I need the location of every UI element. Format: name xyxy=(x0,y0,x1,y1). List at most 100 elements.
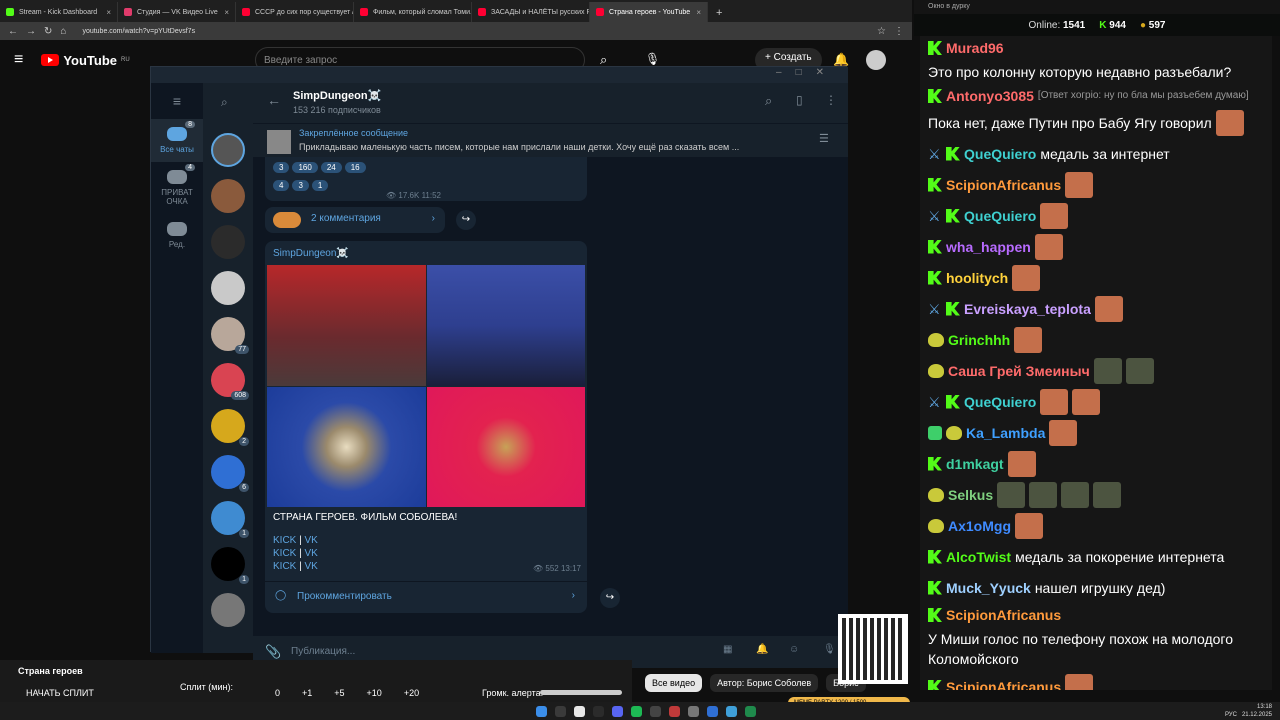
close-icon[interactable]: × xyxy=(696,8,701,17)
menu-icon[interactable]: ⋮ xyxy=(894,26,904,37)
bell-icon[interactable]: 🔔 xyxy=(756,644,768,655)
chat-avatar[interactable]: 1 xyxy=(211,501,249,538)
kick-link[interactable]: KICK xyxy=(273,548,296,559)
pinned-message[interactable]: Закреплённое сообщение Прикладываю мален… xyxy=(253,123,848,157)
taskbar-app-icon[interactable] xyxy=(631,705,642,717)
chat-avatar[interactable]: 6 xyxy=(211,455,249,492)
search-icon[interactable]: ⌕ xyxy=(221,95,228,110)
new-tab-icon[interactable]: + xyxy=(708,7,730,22)
split-value-button[interactable]: 0 xyxy=(275,688,280,698)
photo-chain[interactable] xyxy=(426,386,585,507)
comments-button[interactable]: 2 комментария › xyxy=(265,207,445,233)
photo-order-star[interactable] xyxy=(267,386,426,507)
folder-item[interactable]: 4 ПРИВАТ ОЧКА xyxy=(151,162,203,214)
vk-link[interactable]: VK xyxy=(305,548,318,559)
photo-grid[interactable] xyxy=(267,265,585,507)
mic-icon[interactable]: 🎙 xyxy=(645,52,660,66)
comment-button[interactable]: ◯ Прокомментировать › xyxy=(265,581,587,613)
browser-tab[interactable]: ЗАСАДЫ и НАЛЁТЫ русских Р...× xyxy=(472,2,590,22)
chat-username[interactable]: ScipionAfricanus xyxy=(946,605,1061,625)
chat-avatar[interactable] xyxy=(211,179,245,213)
clock-time[interactable]: 13:18 xyxy=(1257,704,1272,710)
channel-title[interactable]: SimpDungeon☠️ xyxy=(293,89,828,102)
chat-username[interactable]: Ax1oMgg xyxy=(948,516,1011,536)
reload-icon[interactable]: ↻ xyxy=(44,26,52,37)
chat-username[interactable]: ScipionAfricanus xyxy=(946,175,1061,195)
reaction-chip[interactable]: 4 xyxy=(273,180,290,191)
chat-username[interactable]: Murad96 xyxy=(946,38,1004,58)
pinned-list-icon[interactable]: ☰ xyxy=(819,132,829,145)
star-icon[interactable]: ☆ xyxy=(877,26,886,37)
reaction-chip[interactable]: 3 xyxy=(273,162,290,173)
chat-username[interactable]: QueQuiero xyxy=(964,392,1036,412)
photo-ceremony[interactable] xyxy=(267,265,426,386)
schedule-icon[interactable]: ▦ xyxy=(723,644,732,655)
chat-avatar[interactable]: 77 xyxy=(211,317,249,354)
taskbar-app-icon[interactable] xyxy=(650,705,661,717)
chat-username[interactable]: Muck_Yyuck xyxy=(946,578,1031,598)
reaction-chip[interactable]: 160 xyxy=(292,162,318,173)
language-indicator[interactable]: РУС xyxy=(1225,712,1237,718)
browser-tab[interactable]: Студия — VK Видео Live × xyxy=(118,2,236,22)
youtube-logo[interactable]: YouTube RU xyxy=(41,53,130,68)
mic-icon[interactable]: 🎙 xyxy=(823,644,836,655)
attach-icon[interactable]: 📎 xyxy=(265,644,281,660)
clock-date[interactable]: 21.12.2025 xyxy=(1242,712,1272,718)
chat-username[interactable]: Selkus xyxy=(948,485,993,505)
start-split-button[interactable]: НАЧАТЬ СПЛИТ xyxy=(26,688,94,698)
chat-avatar[interactable]: 1 xyxy=(211,547,249,584)
chat-avatar[interactable]: 2 xyxy=(211,409,249,446)
browser-tab[interactable]: Stream - Kick Dashboard × xyxy=(0,2,118,22)
taskbar-app-icon[interactable] xyxy=(688,705,699,717)
chat-username[interactable]: wha_happen xyxy=(946,237,1031,257)
address-bar[interactable]: youtube.com/watch?v=pYUtDevsf7s xyxy=(74,28,869,35)
close-icon[interactable]: × xyxy=(106,8,111,17)
share-icon[interactable]: ↪ xyxy=(456,210,476,230)
reaction-chip[interactable]: 3 xyxy=(292,180,309,191)
filter-chip[interactable]: Автор: Борис Соболев xyxy=(710,674,819,692)
chat-username[interactable]: d1mkagt xyxy=(946,454,1004,474)
taskbar-app-icon[interactable] xyxy=(707,705,718,717)
folder-item[interactable]: 8 Все чаты xyxy=(151,119,203,162)
browser-tab[interactable]: СССР до сих пор существует / ...× xyxy=(236,2,354,22)
taskbar-app-icon[interactable] xyxy=(745,705,756,717)
emoji-icon[interactable]: ☺ xyxy=(789,644,799,655)
chat-avatar[interactable] xyxy=(211,271,245,305)
split-value-button[interactable]: +10 xyxy=(367,688,382,698)
more-icon[interactable]: ⋮ xyxy=(825,93,837,107)
search-icon[interactable]: ⌕ xyxy=(765,93,772,109)
chat-username[interactable]: AlcoTwist xyxy=(946,547,1011,567)
chat-avatar[interactable] xyxy=(211,133,245,167)
kick-link[interactable]: KICK xyxy=(273,535,296,546)
sidebar-toggle-icon[interactable]: ▯ xyxy=(796,93,803,107)
photo-hall[interactable] xyxy=(426,265,585,386)
vk-link[interactable]: VK xyxy=(305,535,318,546)
avatar[interactable] xyxy=(866,50,886,70)
chat-username[interactable]: Ka_Lambda xyxy=(966,423,1045,443)
chat-avatar[interactable] xyxy=(211,593,245,627)
browser-tab[interactable]: Страна героев - YouTube × xyxy=(590,2,708,22)
post-author[interactable]: SimpDungeon☠️ xyxy=(265,241,587,266)
browser-tab[interactable]: Фильм, который сломал Томи...× xyxy=(354,2,472,22)
chat-avatar[interactable]: 608 xyxy=(211,363,249,400)
share-icon[interactable]: ↪ xyxy=(600,588,620,608)
menu-icon[interactable]: ≡ xyxy=(151,83,203,119)
reaction-chip[interactable]: 1 xyxy=(311,180,329,191)
kick-link[interactable]: KICK xyxy=(273,561,296,572)
close-icon[interactable]: × xyxy=(224,8,229,17)
chat-username[interactable]: Grinchhh xyxy=(948,330,1010,350)
hamburger-icon[interactable]: ≡ xyxy=(14,51,23,69)
chat-username[interactable]: Саша Грей Змеиныч xyxy=(948,361,1090,381)
chat-username[interactable]: hoolitych xyxy=(946,268,1008,288)
folder-item[interactable]: Ред. xyxy=(151,214,203,257)
taskbar-app-icon[interactable] xyxy=(536,705,547,717)
split-value-button[interactable]: +1 xyxy=(302,688,312,698)
chat-username[interactable]: QueQuiero xyxy=(964,144,1036,164)
chat-username[interactable]: ScipionAfricanus xyxy=(946,677,1061,691)
taskbar-app-icon[interactable] xyxy=(593,705,604,717)
taskbar-app-icon[interactable] xyxy=(669,705,680,717)
window-controls[interactable]: –□✕ xyxy=(151,67,848,83)
reaction-chip[interactable]: 24 xyxy=(320,162,342,173)
chat-username[interactable]: Evreiskaya_teplota xyxy=(964,299,1091,319)
taskbar-app-icon[interactable] xyxy=(726,705,737,717)
